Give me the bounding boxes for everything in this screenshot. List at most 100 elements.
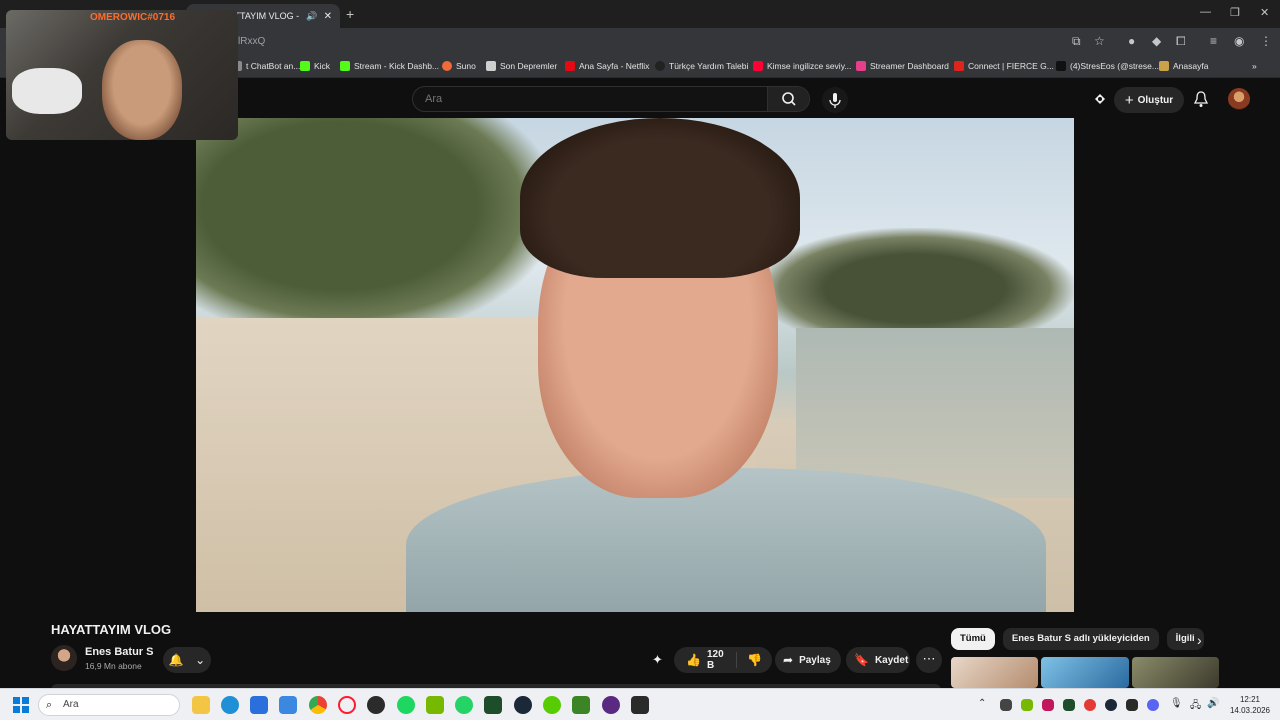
tray-app-icon[interactable] (1000, 699, 1012, 711)
more-bookmarks-icon[interactable]: » (1252, 61, 1257, 71)
video-thumbnail[interactable] (1041, 657, 1129, 688)
search-input[interactable] (413, 87, 769, 111)
tray-app-icon[interactable] (1126, 699, 1138, 711)
whatsapp-icon[interactable] (455, 696, 473, 714)
bookmark-item[interactable]: Türkçe Yardım Talebi (655, 61, 748, 71)
bookmark-item[interactable]: Kimse ingilizce seviy... (753, 61, 851, 71)
share-button[interactable]: ➦ Paylaş (775, 647, 841, 673)
video-player[interactable] (196, 118, 1074, 612)
mail-icon[interactable] (279, 696, 297, 714)
bookmark-item[interactable]: (4)StresEos (@strese... (1056, 61, 1159, 71)
bookmark-item[interactable]: Anasayfa (1159, 61, 1208, 71)
earthquake-icon (486, 61, 496, 71)
hype-icon[interactable] (1092, 91, 1108, 107)
chrome-icon[interactable] (309, 696, 327, 714)
chip-from-uploader[interactable]: Enes Batur S adlı yükleyiciden (1002, 628, 1159, 650)
suno-icon (442, 61, 452, 71)
bookmark-icon: 🔖 (854, 653, 869, 667)
tab-close-icon[interactable]: ✕ (324, 11, 332, 22)
create-button[interactable]: + Oluştur (1114, 87, 1184, 113)
install-app-icon[interactable]: ⧉ (1072, 34, 1081, 49)
epic-games-icon[interactable] (631, 696, 649, 714)
netflix-icon (565, 61, 575, 71)
spotify-icon[interactable] (397, 696, 415, 714)
thumbs-down-icon: 👎 (747, 653, 762, 667)
chip-all[interactable]: Tümü (951, 628, 995, 650)
tiktok-icon (1056, 61, 1066, 71)
store-icon[interactable] (250, 696, 268, 714)
subscription-bell-button[interactable]: 🔔 ⌄ (163, 647, 211, 673)
streamer-name: OMEROWIC#0716 (90, 12, 176, 23)
hype-icon[interactable]: ✦ (652, 652, 663, 668)
like-button[interactable]: 👍 120 B (674, 649, 738, 671)
restore-icon[interactable]: ❐ (1230, 6, 1240, 19)
bookmark-item[interactable]: Kick (300, 61, 330, 71)
fierce-icon (954, 61, 964, 71)
youtube-icon (753, 61, 763, 71)
obs-icon[interactable] (367, 696, 385, 714)
notifications-bell-icon[interactable] (1193, 90, 1209, 108)
account-avatar[interactable] (1228, 88, 1250, 110)
tray-app-icon[interactable] (1063, 699, 1075, 711)
more-actions-button[interactable]: ⋯ (916, 647, 942, 673)
save-button[interactable]: 🔖 Kaydet (846, 647, 910, 673)
bookmark-item[interactable]: t ChatBot an... (232, 61, 300, 71)
file-explorer-icon[interactable] (192, 696, 210, 714)
app-icon[interactable] (602, 696, 620, 714)
steam-tray-icon[interactable] (1105, 699, 1117, 711)
help-icon (655, 61, 665, 71)
nvidia-icon[interactable] (426, 696, 444, 714)
taskbar-search[interactable]: ⌕ Ara (38, 694, 180, 716)
bookmark-item[interactable]: Suno (442, 61, 476, 71)
bookmark-item[interactable]: Ana Sayfa - Netflix (565, 61, 649, 71)
streamlabs-icon[interactable] (484, 696, 502, 714)
video-frame-person (520, 118, 800, 278)
chevron-up-icon[interactable]: ⌃ (978, 698, 986, 709)
steam-icon[interactable] (514, 696, 532, 714)
tray-app-icon[interactable] (1042, 699, 1054, 711)
channel-avatar[interactable] (51, 645, 77, 671)
opera-icon[interactable] (338, 696, 356, 714)
bookmark-item[interactable]: Stream - Kick Dashb... (340, 61, 439, 71)
system-clock[interactable]: 12:21 14.03.2026 (1226, 694, 1274, 716)
edge-icon[interactable] (221, 696, 239, 714)
microphone-icon[interactable]: 🎙 (1170, 698, 1183, 709)
duolingo-icon[interactable] (543, 696, 561, 714)
extension-icon[interactable]: ● (1128, 34, 1135, 48)
windows-taskbar: ⌕ Ara ⌃ 🎙 🖧 🔊 12:21 14.03.2026 (0, 688, 1280, 720)
windows-start-icon[interactable] (13, 697, 29, 713)
bookmark-item[interactable]: Son Depremler (486, 61, 557, 71)
video-title: HAYATTAYIM VLOG (51, 622, 172, 637)
home-icon (1159, 61, 1169, 71)
chevron-right-icon[interactable]: › (1197, 632, 1202, 648)
bookmark-star-icon[interactable]: ☆ (1094, 34, 1105, 48)
minimize-icon[interactable]: — (1200, 6, 1211, 18)
minecraft-icon[interactable] (572, 696, 590, 714)
channel-name[interactable]: Enes Batur S (85, 646, 153, 658)
tray-app-icon[interactable] (1021, 699, 1033, 711)
close-window-icon[interactable]: ✕ (1260, 6, 1269, 19)
voice-search-button[interactable] (822, 87, 848, 113)
address-bar[interactable]: lRxxQ (226, 32, 1126, 52)
volume-icon[interactable]: 🔊 (1207, 698, 1219, 709)
webcam-overlay: OMEROWIC#0716 (6, 10, 238, 140)
video-frame-person (406, 468, 1046, 612)
media-control-icon[interactable]: ≡ (1210, 34, 1217, 48)
network-icon[interactable]: 🖧 (1190, 698, 1201, 715)
extension-icon[interactable]: ◆ (1152, 34, 1161, 48)
new-tab-button[interactable]: + (346, 6, 354, 22)
search-button[interactable] (767, 87, 809, 111)
video-thumbnail[interactable] (1131, 657, 1219, 688)
kick-icon (340, 61, 350, 71)
dislike-button[interactable]: 👎 (737, 653, 772, 667)
video-thumbnail[interactable] (951, 657, 1039, 688)
extensions-puzzle-icon[interactable]: ⧠ (1176, 34, 1186, 49)
discord-icon[interactable] (1147, 699, 1159, 711)
profile-icon[interactable]: ◉ (1234, 34, 1244, 48)
record-icon[interactable] (1084, 699, 1096, 711)
speaker-icon[interactable]: 🔊 (306, 11, 317, 22)
browser-menu-icon[interactable]: ⋮ (1260, 34, 1272, 48)
bookmark-item[interactable]: Connect | FIERCE G... (954, 61, 1054, 71)
thumbs-up-icon: 👍 (686, 653, 701, 667)
bookmark-item[interactable]: Streamer Dashboard (856, 61, 949, 71)
